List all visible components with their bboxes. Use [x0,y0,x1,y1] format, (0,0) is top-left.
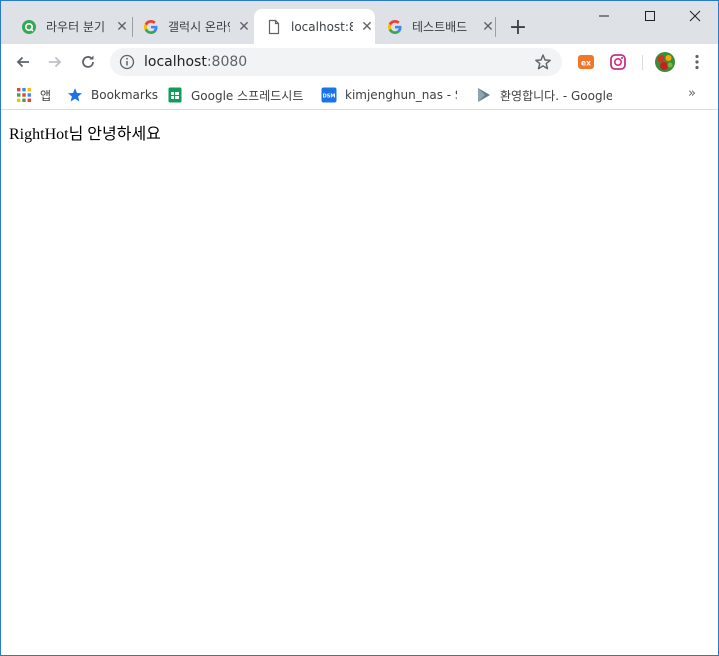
info-icon[interactable] [119,54,135,70]
tab-title: 갤럭시 온라인 [168,20,230,34]
avatar[interactable] [654,51,676,73]
close-icon[interactable]: ✕ [359,19,375,35]
minimize-button[interactable] [581,1,627,31]
close-icon[interactable]: ✕ [114,19,130,35]
tab-localhost[interactable]: localhost:8080 ✕ [254,9,375,44]
tab-separator [495,17,496,37]
google-g-icon [143,19,159,35]
tab-title: 라우터 분기 [46,20,106,34]
tab-strip: 라우터 분기 ✕ 갤럭시 온라인 ✕ localhost:8080 ✕ 테스트배… [1,1,718,44]
play-icon [476,87,492,103]
back-button[interactable] [10,49,36,75]
bookmark-bookmarks[interactable]: Bookmarks [67,85,158,105]
star-icon [67,87,83,103]
url-text: localhost:8080 [144,54,247,70]
toolbar: localhost:8080 ex [1,44,718,80]
sheets-icon [167,87,183,103]
instagram-icon[interactable] [609,53,627,71]
svg-text:DSM: DSM [323,94,336,100]
svg-text:ex: ex [581,59,591,68]
close-window-button[interactable] [672,1,718,31]
arrow-right-icon [49,56,62,68]
arrow-left-icon [16,56,29,68]
bookmark-welcome[interactable]: 환영합니다. - Google [476,85,612,105]
router-page-icon [21,19,37,35]
bookmark-label: kimjenghun_nas - Sy [345,88,457,102]
browser-window: 라우터 분기 ✕ 갤럭시 온라인 ✕ localhost:8080 ✕ 테스트배… [0,0,719,656]
maximize-button[interactable] [627,1,673,31]
reload-icon [82,55,94,68]
dsm-icon: DSM [321,87,337,103]
url-host: localhost [144,54,207,70]
close-icon[interactable]: ✕ [236,19,252,35]
bookmark-sheets[interactable]: Google 스프레드시트 [167,85,303,105]
extension-ex-icon[interactable]: ex [577,53,595,71]
google-g-icon [387,19,403,35]
maximize-icon [645,11,655,21]
tab-title: localhost:8080 [291,19,353,34]
forward-button[interactable] [42,49,68,75]
toolbar-divider [642,55,643,70]
bookmark-apps[interactable]: 앱 [16,85,51,105]
page-content: RightHot님 안녕하세요 [1,111,718,655]
bookmark-star-icon[interactable] [534,53,552,71]
bookmark-label: Google 스프레드시트 [191,88,303,103]
apps-grid-icon [16,87,32,103]
tab-galaxy[interactable]: 갤럭시 온라인 ✕ [131,9,253,44]
bookmarks-overflow-button[interactable]: » [688,86,696,101]
close-icon [689,10,701,22]
address-bar[interactable]: localhost:8080 [110,48,562,76]
new-tab-button[interactable]: + [506,15,530,40]
bookmark-label: Bookmarks [91,88,159,102]
bookmark-label: 앱 [40,88,52,103]
bookmarks-bar: 앱 Bookmarks Google 스프레드시트 DSM kimjenghun… [1,80,718,110]
bookmark-label: 환영합니다. - Google [500,88,612,103]
document-icon [266,19,282,35]
minimize-icon [599,15,609,17]
menu-dots-icon[interactable] [688,53,706,71]
url-port: :8080 [206,54,248,70]
tab-testbed[interactable]: 테스트배드 ✕ [375,9,497,44]
greeting-text: RightHot님 안녕하세요 [9,126,161,143]
tab-router[interactable]: 라우터 분기 ✕ [9,9,131,44]
tab-title: 테스트배드 [412,20,468,34]
close-icon[interactable]: ✕ [480,19,496,35]
bookmark-nas[interactable]: DSM kimjenghun_nas - Sy [321,85,457,105]
reload-button[interactable] [75,49,101,75]
